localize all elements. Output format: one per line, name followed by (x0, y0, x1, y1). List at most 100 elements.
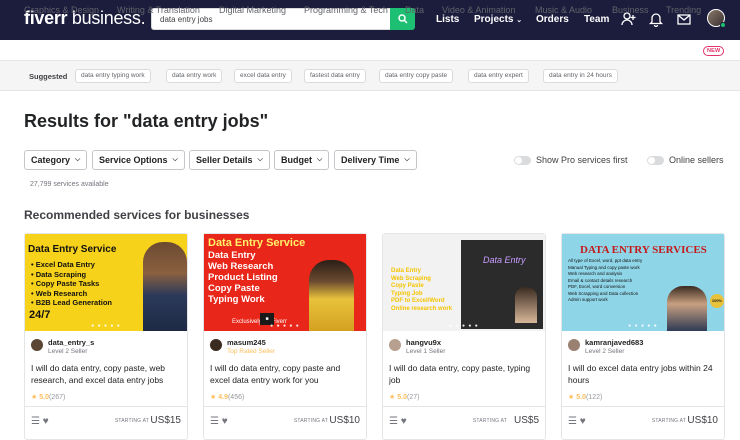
suggested-chip[interactable]: data entry expert (468, 69, 529, 83)
heart-icon[interactable]: ♥ (43, 416, 49, 427)
results-title: Results for "data entry jobs" (24, 111, 269, 131)
card-actions: ☰ ♥ (568, 416, 586, 427)
category-programming-tech[interactable]: Programming & Tech (304, 5, 388, 15)
category-music-audio[interactable]: Music & Audio (535, 5, 592, 15)
nav-team[interactable]: Team (584, 14, 609, 25)
avatar[interactable] (210, 339, 222, 351)
suggested-chip[interactable]: fastest data entry (304, 69, 366, 83)
avatar[interactable] (31, 339, 43, 351)
gig-title[interactable]: I will do data entry, copy paste, typing… (389, 362, 541, 386)
seller-name[interactable]: kamranjaved683 (585, 338, 643, 347)
seller-level: Level 2 Seller (48, 348, 88, 355)
bell-icon[interactable] (648, 11, 664, 27)
gig-card[interactable]: DATA ENTRY SERVICES All type of Excel, w… (561, 233, 725, 440)
filter-seller-details[interactable]: Seller Details ⌵ (189, 150, 270, 170)
pro-services-label: Show Pro services first (536, 155, 628, 165)
category-writing-translation[interactable]: Writing & Translation (117, 5, 200, 15)
carousel-dots[interactable]: ● ● ● ● ● (25, 323, 187, 329)
category-digital-marketing[interactable]: Digital Marketing (219, 5, 286, 15)
gig-title[interactable]: I will do data entry, copy paste, web re… (31, 362, 183, 386)
gig-title[interactable]: I will do data entry, copy paste and exc… (210, 362, 362, 386)
category-bar (0, 40, 740, 61)
seller-info: data_entry_s Level 2 Seller (31, 338, 94, 355)
gig-card[interactable]: Data Entry Data Entry Web Scraping Copy … (382, 233, 546, 440)
chevron-down-icon: ⌵ (257, 156, 263, 163)
online-sellers-toggle[interactable] (647, 156, 664, 165)
category-business[interactable]: Business (612, 5, 649, 15)
list-icon[interactable]: ☰ (568, 416, 577, 427)
gig-rating: ★ 5.0(122) (568, 393, 602, 401)
gig-thumbnail[interactable]: Data Entry Service Data Entry Web Resear… (204, 234, 366, 331)
pro-services-toggle[interactable] (514, 156, 531, 165)
filter-budget[interactable]: Budget ⌵ (274, 150, 330, 170)
suggested-chip[interactable]: data entry work (166, 69, 223, 83)
chevron-down-icon: ⌄ (516, 17, 523, 24)
category-video-animation[interactable]: Video & Animation (442, 5, 515, 15)
gig-rating: ★ 5.0(27) (389, 393, 419, 401)
seller-level: Level 2 Seller (585, 348, 625, 355)
gig-thumbnail[interactable]: Data Entry Data Entry Web Scraping Copy … (383, 234, 545, 331)
rating-value: 5.0 (576, 394, 586, 401)
category-trending[interactable]: Trending (666, 5, 701, 15)
card-actions: ☰ ♥ (210, 416, 228, 427)
list-icon[interactable]: ☰ (389, 416, 398, 427)
gig-thumbnail[interactable]: DATA ENTRY SERVICES All type of Excel, w… (562, 234, 724, 331)
suggested-label: Suggested (29, 72, 68, 81)
heart-icon[interactable]: ♥ (580, 416, 586, 427)
rating-value: 5.0 (39, 394, 49, 401)
category-graphics-design[interactable]: Graphics & Design (24, 5, 99, 15)
suggested-chip[interactable]: data entry typing work (75, 69, 151, 83)
list-icon[interactable]: ☰ (210, 416, 219, 427)
filter-service-options[interactable]: Service Options ⌵ (92, 150, 185, 170)
suggested-chip[interactable]: excel data entry (234, 69, 292, 83)
card-footer: ☰ ♥ STARTING AT US$10 (562, 406, 724, 439)
star-icon: ★ (210, 394, 217, 401)
thumb-line: • B2B Lead Generation (31, 298, 112, 307)
avatar[interactable] (568, 339, 580, 351)
seller-name[interactable]: hangvu9x (406, 338, 445, 347)
thumb-line: Admin support work (568, 297, 608, 302)
online-status-dot (720, 22, 726, 28)
seller-name[interactable]: masum245 (227, 338, 275, 347)
gig-rating: ★ 5.0(267) (31, 393, 65, 401)
star-icon: ★ (389, 394, 396, 401)
gig-price: US$5 (513, 415, 539, 426)
rating-value: 5.0 (397, 394, 407, 401)
card-footer: ☰ ♥ STARTING AT US$10 (204, 406, 366, 439)
filter-category[interactable]: Category ⌵ (24, 150, 88, 170)
nav-orders[interactable]: Orders (536, 14, 569, 25)
heart-icon[interactable]: ♥ (222, 416, 228, 427)
star-icon: ★ (31, 394, 38, 401)
avatar[interactable] (389, 339, 401, 351)
carousel-dots[interactable]: ● ● ● ● ● (204, 323, 366, 329)
gig-thumbnail[interactable]: Data Entry Service • Excel Data Entry • … (25, 234, 187, 331)
filter-delivery-time[interactable]: Delivery Time ⌵ (334, 150, 417, 170)
list-icon[interactable]: ☰ (31, 416, 40, 427)
gig-title[interactable]: I will do excel data entry jobs within 2… (568, 362, 720, 386)
gig-card[interactable]: Data Entry Service Data Entry Web Resear… (203, 233, 367, 440)
thumb-list: • Excel Data Entry • Data Scraping • Cop… (31, 260, 112, 308)
gig-card[interactable]: Data Entry Service • Excel Data Entry • … (24, 233, 188, 440)
thumb-line: Web Research (208, 261, 274, 272)
filter-label: Seller Details (196, 155, 253, 165)
nav-projects[interactable]: Projects ⌄ (474, 14, 522, 25)
review-count: (267) (48, 394, 66, 401)
thumb-line: PDF to Excel/Word (391, 298, 445, 304)
search-icon (397, 14, 408, 24)
seller-name[interactable]: data_entry_s (48, 338, 94, 347)
seller-info: hangvu9x Level 1 Seller (389, 338, 445, 355)
suggested-chip[interactable]: data entry in 24 hours (543, 69, 618, 83)
heart-icon[interactable]: ♥ (401, 416, 407, 427)
nav-lists[interactable]: Lists (436, 14, 459, 25)
category-data[interactable]: Data (405, 5, 424, 15)
seller-level: Top Rated Seller (227, 348, 276, 355)
thumb-line: Typing Job (391, 290, 423, 297)
carousel-dots[interactable]: ● ● ● ● ● (383, 323, 545, 329)
thumb-heading: Data Entry Service (28, 244, 117, 255)
filter-label: Category (31, 155, 71, 165)
card-footer: ☰ ♥ STARTING AT US$15 (25, 406, 187, 439)
suggested-chip[interactable]: data entry copy paste (379, 69, 454, 83)
carousel-dots[interactable]: ● ● ● ● ● (562, 323, 724, 329)
filter-label: Budget (281, 155, 312, 165)
thumb-line: Online research work (391, 305, 453, 312)
